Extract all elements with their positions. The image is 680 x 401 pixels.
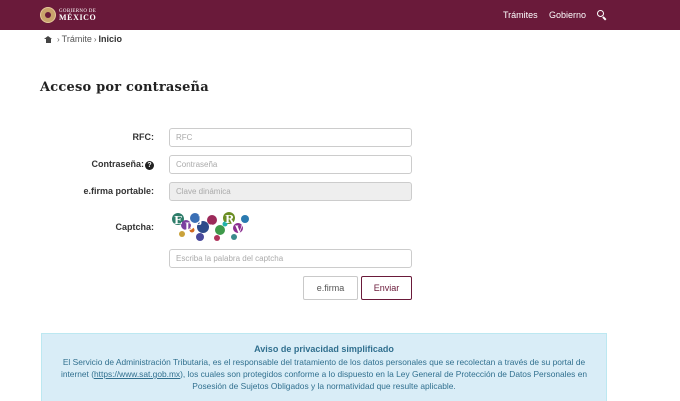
captcha-image: E D J V R V bbox=[172, 212, 249, 241]
dynamic-key-input bbox=[169, 182, 412, 201]
password-input[interactable] bbox=[169, 155, 412, 174]
nav-link-tramites[interactable]: Trámites bbox=[503, 0, 538, 30]
search-icon[interactable] bbox=[597, 10, 606, 21]
national-seal-icon bbox=[40, 7, 56, 23]
help-icon[interactable]: ? bbox=[145, 161, 154, 170]
privacy-title: Aviso de privacidad simplificado bbox=[254, 344, 394, 354]
page-title: Acceso por contraseña bbox=[40, 80, 209, 95]
svg-text:V: V bbox=[208, 224, 217, 235]
breadcrumb-separator: › bbox=[57, 34, 60, 44]
sat-link[interactable]: https://www.sat.gob.mx bbox=[94, 369, 180, 379]
gobierno-mexico-logo[interactable]: GOBIERNO DE MÉXICO bbox=[40, 6, 96, 24]
svg-text:E: E bbox=[174, 214, 182, 227]
efirma-portable-label: e.firma portable: bbox=[83, 186, 154, 196]
captcha-label: Captcha: bbox=[115, 222, 154, 232]
nav-link-gobierno[interactable]: Gobierno bbox=[549, 0, 586, 30]
captcha-input[interactable] bbox=[169, 249, 412, 268]
svg-text:D: D bbox=[185, 222, 194, 233]
submit-button[interactable]: Enviar bbox=[361, 276, 412, 300]
svg-text:V: V bbox=[234, 225, 243, 236]
svg-text:J: J bbox=[197, 215, 203, 226]
breadcrumb-item-inicio: Inicio bbox=[98, 34, 123, 44]
rfc-input[interactable] bbox=[169, 128, 412, 147]
svg-text:R: R bbox=[225, 213, 235, 226]
top-navbar: GOBIERNO DE MÉXICO Trámites Gobierno bbox=[0, 0, 680, 30]
password-label: Contraseña:? bbox=[0, 159, 154, 170]
efirma-button[interactable]: e.firma bbox=[303, 276, 358, 300]
breadcrumb: › Trámite › Inicio bbox=[44, 34, 122, 44]
home-icon[interactable] bbox=[44, 35, 52, 43]
rfc-label: RFC: bbox=[132, 132, 155, 142]
privacy-notice: Aviso de privacidad simplificado El Serv… bbox=[41, 333, 607, 401]
breadcrumb-separator: › bbox=[93, 34, 97, 44]
privacy-text: El Servicio de Administración Tributaria… bbox=[60, 357, 588, 391]
breadcrumb-item-tramite[interactable]: Trámite bbox=[62, 34, 92, 44]
logo-line-2: MÉXICO bbox=[59, 12, 97, 22]
